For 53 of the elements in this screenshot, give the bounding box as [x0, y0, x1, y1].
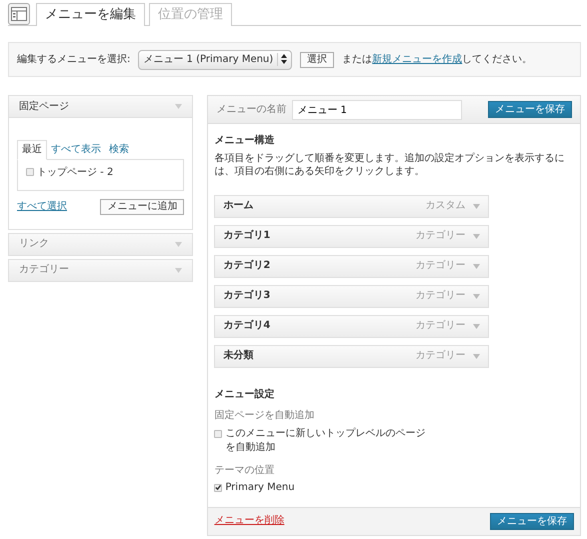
create-menu-hint: または新規メニューを作成 してください。	[342, 52, 532, 66]
panel-header[interactable]: カテゴリー	[8, 258, 194, 282]
panel-header[interactable]: リンク	[8, 232, 194, 256]
panel-tab[interactable]: 最近	[17, 140, 47, 160]
setting-label: テーマの位置	[214, 464, 276, 477]
dropdown-arrow-icon[interactable]	[473, 354, 480, 358]
checkbox-label: このメニューに新しいトップレベルのページを自動追加	[225, 426, 426, 455]
menu-item[interactable]: ホーム カスタム	[214, 194, 490, 218]
save-menu-button[interactable]: メニューを保存	[488, 101, 572, 118]
checkbox[interactable]	[214, 484, 222, 492]
dropdown-arrow-icon[interactable]	[175, 104, 182, 109]
updown-caret-icon	[281, 54, 288, 64]
menu-layout-icon	[8, 3, 30, 25]
tab[interactable]: メニューを編集	[36, 3, 145, 26]
dropdown-arrow-icon[interactable]	[473, 324, 480, 328]
delete-menu-link[interactable]: メニューを削除	[214, 514, 284, 528]
section-heading: メニュー構造	[214, 134, 276, 148]
select-all-link[interactable]: すべて選択	[17, 200, 67, 214]
panel-header[interactable]: 固定ページ	[8, 95, 194, 118]
create-menu-link[interactable]: 新規メニューを作成	[372, 54, 462, 65]
section-heading: メニュー設定	[214, 388, 276, 401]
page-item-label: トップページ - 2	[37, 166, 114, 179]
menu-item[interactable]: カテゴリ1 カテゴリー	[214, 224, 490, 248]
menu-item[interactable]: カテゴリ3 カテゴリー	[214, 284, 490, 308]
dropdown-arrow-icon[interactable]	[175, 268, 182, 272]
item-type: カテゴリー	[415, 229, 466, 243]
dropdown-arrow-icon[interactable]	[473, 264, 480, 268]
menu-name-field[interactable]: メニュー 1	[292, 100, 462, 120]
item-type: カテゴリー	[415, 259, 466, 273]
select-button[interactable]: 選択	[300, 52, 334, 68]
help-text: 各項目をドラッグして順番を変更します。追加の設定オプションを表示するには、項目の右側にある矢印をクリックします。	[214, 152, 566, 178]
checkbox[interactable]	[214, 430, 222, 438]
save-menu-button[interactable]: メニューを保存	[490, 512, 574, 530]
checkbox-label: Primary Menu	[225, 481, 295, 494]
select-label: 編集するメニューを選択:	[17, 52, 130, 66]
item-type: カスタム	[425, 199, 466, 213]
panel-tab[interactable]: 検索	[105, 141, 133, 158]
dropdown-arrow-icon[interactable]	[473, 294, 480, 298]
menu-name-label: メニューの名前	[216, 102, 286, 116]
panel-tab[interactable]: すべて表示	[47, 141, 105, 158]
dropdown-arrow-icon[interactable]	[473, 204, 480, 208]
menu-item[interactable]: 未分類 カテゴリー	[214, 344, 490, 368]
menu-item[interactable]: カテゴリ4 カテゴリー	[214, 314, 490, 338]
setting-label: 固定ページを自動追加	[214, 409, 316, 422]
menu-dropdown[interactable]: メニュー 1 (Primary Menu)	[138, 50, 292, 70]
dropdown-arrow-icon[interactable]	[473, 234, 480, 238]
checkbox[interactable]	[26, 168, 34, 176]
item-type: カテゴリー	[415, 319, 466, 333]
item-type: カテゴリー	[415, 289, 466, 303]
item-type: カテゴリー	[415, 349, 466, 363]
add-to-menu-button[interactable]: メニューに追加	[100, 198, 184, 214]
menu-item[interactable]: カテゴリ2 カテゴリー	[214, 254, 490, 278]
dropdown-arrow-icon[interactable]	[175, 242, 182, 246]
